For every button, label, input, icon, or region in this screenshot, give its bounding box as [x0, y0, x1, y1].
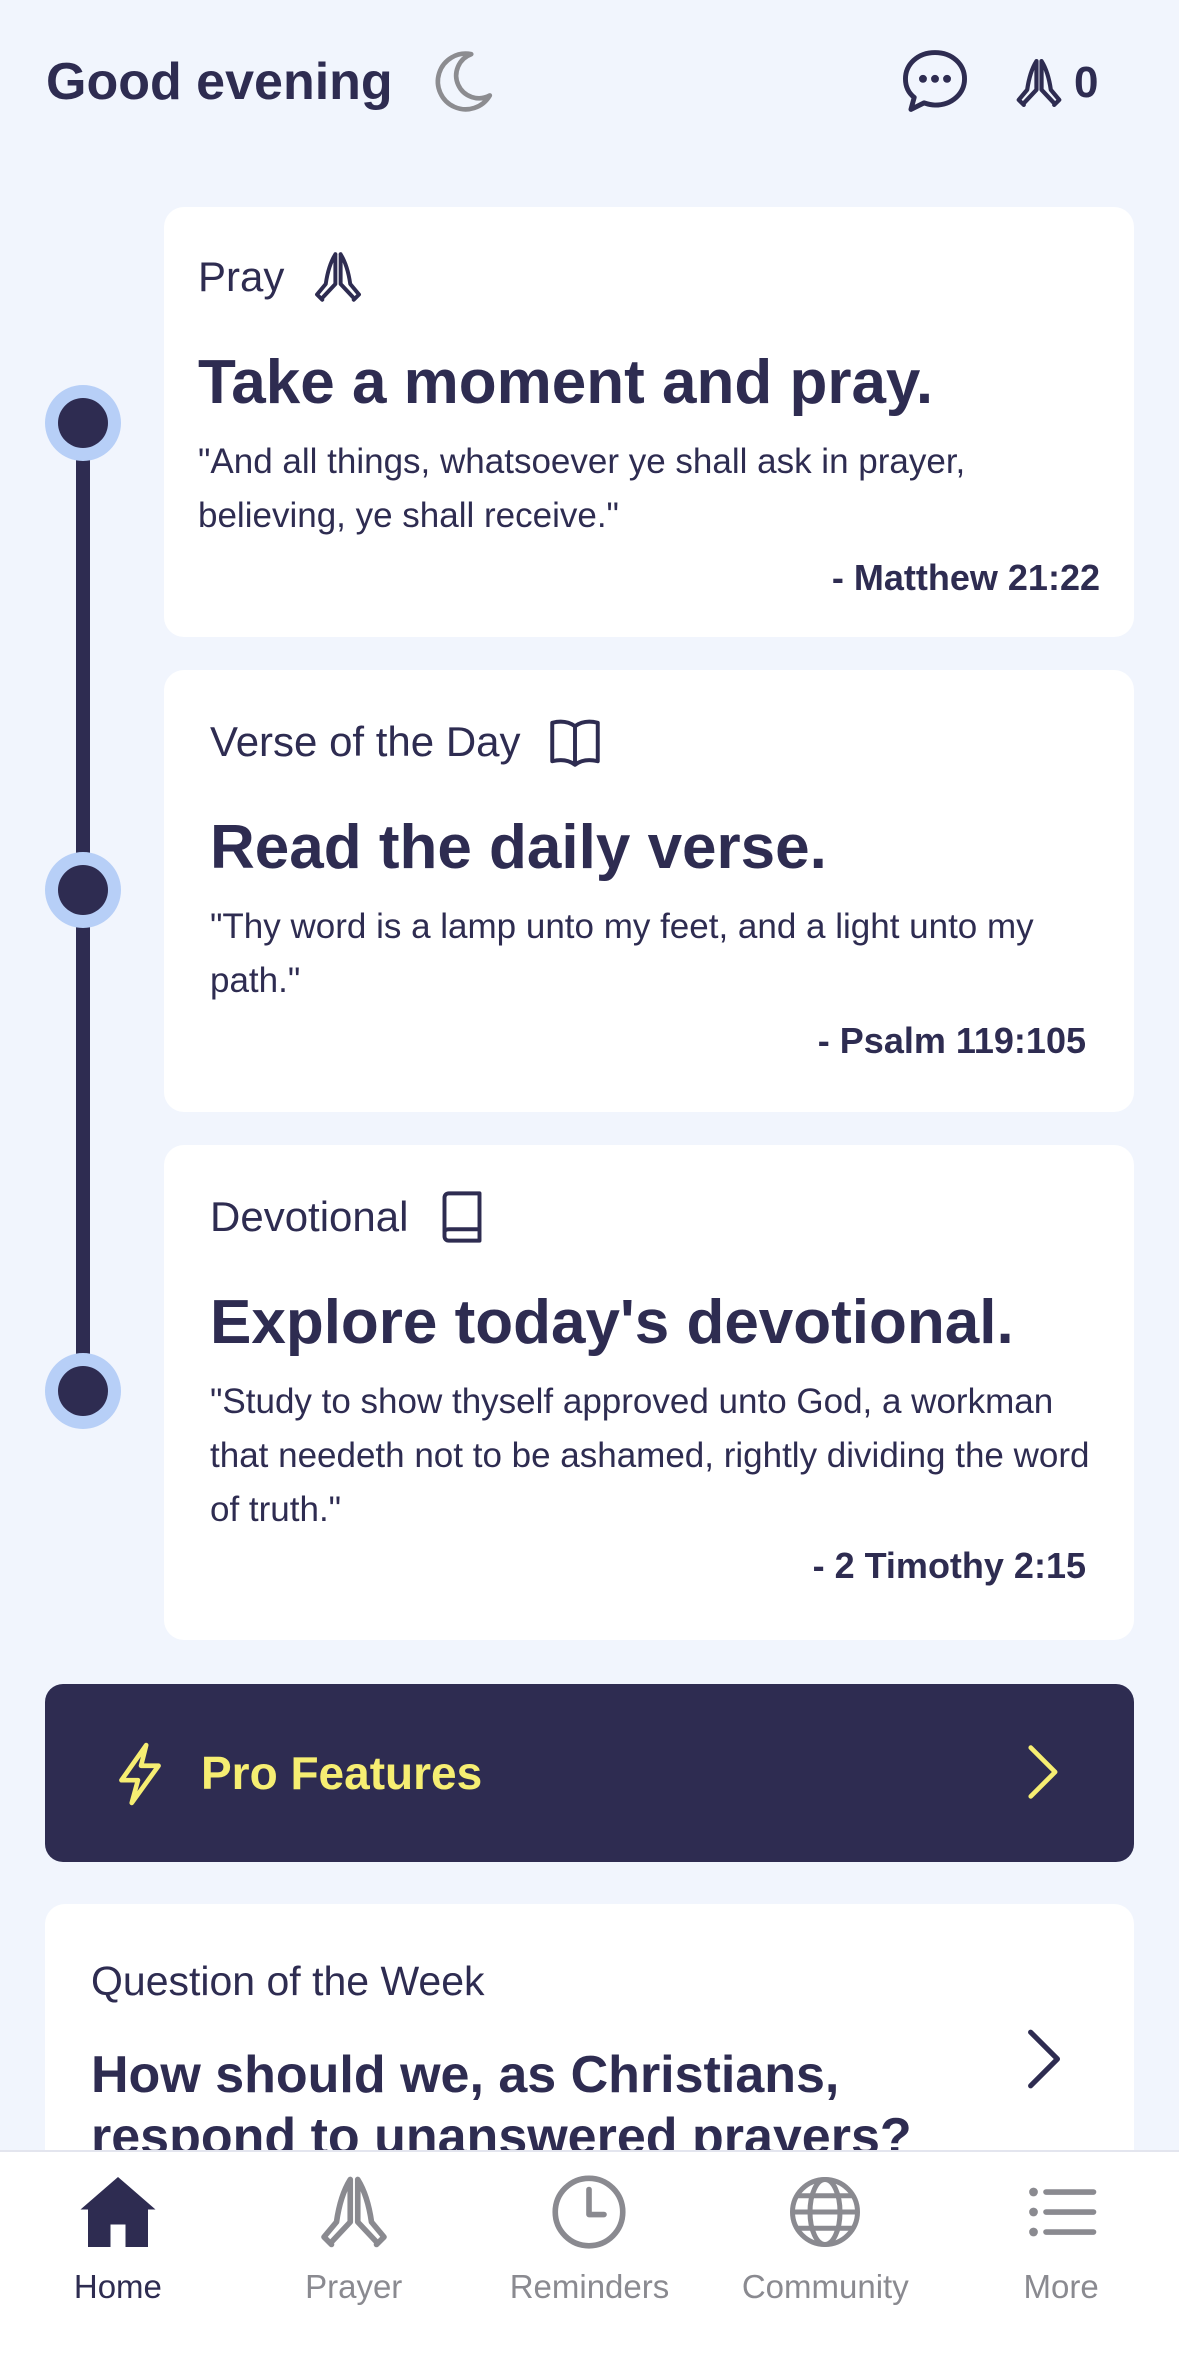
header: Good evening 0 [0, 0, 1179, 170]
nav-label: Prayer [305, 2268, 403, 2305]
timeline-dot [45, 852, 121, 928]
greeting-title: Good evening [46, 53, 393, 111]
card-label: Verse of the Day [210, 714, 603, 770]
nav-label: Reminders [509, 2268, 670, 2305]
card-title: Explore today's devotional. [210, 1288, 1014, 1357]
card-quote: "And all things, whatsoever ye shall ask… [198, 442, 966, 535]
bottom-nav: Home Prayer Reminders Community More [0, 2150, 1179, 2369]
card-reference: - Matthew 21:22 [831, 557, 1100, 598]
open-book-icon [549, 719, 600, 767]
nav-label: Home [73, 2268, 162, 2305]
prayer-count: 0 [1074, 58, 1099, 107]
nav-item-community[interactable]: Community [707, 2152, 943, 2369]
card-label: Devotional [210, 1189, 490, 1245]
pro-features-button[interactable]: Pro Features [45, 1684, 1134, 1862]
card-quote: "Thy word is a lamp unto my feet, and a … [210, 907, 1034, 1000]
moon-icon [435, 51, 493, 112]
clock-icon [552, 2175, 627, 2249]
home-icon [80, 2177, 156, 2247]
devotional-card[interactable]: Devotional Explore today's devotional. "… [164, 1145, 1134, 1640]
list-icon [1029, 2187, 1097, 2237]
verse-of-day-card[interactable]: Verse of the Day Read the daily verse. "… [164, 670, 1134, 1112]
nav-item-home[interactable]: Home [0, 2152, 236, 2369]
nav-label: Community [741, 2268, 909, 2305]
praying-hands-icon [320, 2176, 387, 2248]
card-title: Take a moment and pray. [198, 348, 934, 417]
timeline-dot [45, 385, 121, 461]
praying-hands-icon [315, 252, 362, 302]
card-quote: "Study to show thyself approved unto God… [210, 1382, 1090, 1529]
timeline-dot [45, 1353, 121, 1429]
card-title: Read the daily verse. [210, 813, 827, 882]
card-label: Pray [198, 249, 366, 305]
chevron-right-icon [1028, 1745, 1058, 1799]
nav-item-reminders[interactable]: Reminders [472, 2152, 708, 2369]
globe-icon [790, 2177, 861, 2247]
card-reference: - 2 Timothy 2:15 [812, 1545, 1086, 1586]
nav-item-prayer[interactable]: Prayer [236, 2152, 472, 2369]
question-label: Question of the Week [91, 1958, 485, 2004]
prayer-counter[interactable]: 0 [1012, 50, 1098, 116]
pray-card[interactable]: Pray Take a moment and pray. "And all th… [164, 207, 1134, 637]
chevron-right-icon [1028, 2029, 1061, 2089]
nav-label: More [1023, 2268, 1099, 2305]
praying-hands-icon [1016, 58, 1062, 108]
pro-features-label: Pro Features [201, 1747, 483, 1799]
card-reference: - Psalm 119:105 [817, 1020, 1086, 1061]
chat-bubble-icon[interactable] [900, 46, 970, 116]
book-icon [443, 1191, 482, 1243]
nav-item-more[interactable]: More [943, 2152, 1179, 2369]
lightning-bolt-icon [119, 1742, 161, 1806]
